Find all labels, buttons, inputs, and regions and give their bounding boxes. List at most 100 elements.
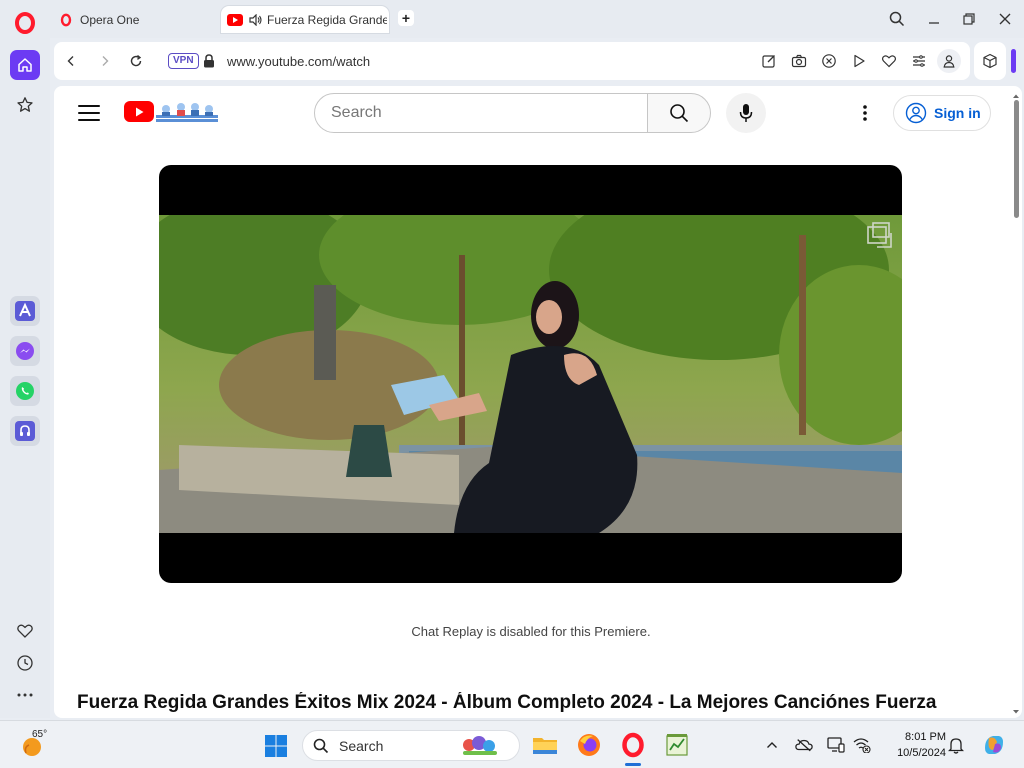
- active-app-indicator: [625, 763, 641, 766]
- file-explorer-button[interactable]: [530, 730, 560, 760]
- video-player[interactable]: [159, 165, 902, 583]
- adblock-button[interactable]: [820, 52, 838, 70]
- account-icon: [905, 102, 927, 124]
- snapshot-edit-button[interactable]: [760, 52, 778, 70]
- windows-start-icon[interactable]: [264, 734, 288, 758]
- copilot-button[interactable]: [981, 732, 1007, 758]
- youtube-doodle-logo[interactable]: [156, 98, 218, 124]
- player-button[interactable]: [850, 52, 868, 70]
- chevron-up-icon: [767, 742, 777, 748]
- play-icon: [136, 107, 144, 116]
- url-text[interactable]: www.youtube.com/watch: [227, 54, 370, 69]
- search-input[interactable]: [314, 93, 648, 133]
- microphone-icon: [739, 104, 753, 122]
- firefox-button[interactable]: [574, 730, 604, 760]
- sidebar-home-button[interactable]: [10, 50, 40, 80]
- sidebar-music-button[interactable]: [10, 416, 40, 446]
- sidebar-accent-bar: [1011, 49, 1016, 73]
- notifications-button[interactable]: [947, 736, 965, 754]
- search-icon: [313, 738, 329, 753]
- tab-label: Fuerza Regida Grandes: [267, 12, 387, 27]
- sidebar-bookmarks-button[interactable]: [10, 90, 40, 120]
- search-highlight-art-icon: [463, 736, 497, 755]
- user-icon: [943, 55, 955, 68]
- back-button[interactable]: [62, 52, 80, 70]
- chevron-right-icon: [102, 56, 109, 66]
- menu-line: [78, 119, 100, 121]
- search-button[interactable]: [647, 93, 711, 133]
- page-scrollbar[interactable]: [1010, 92, 1022, 718]
- profile-button[interactable]: [937, 49, 961, 73]
- easy-setup-button[interactable]: [910, 52, 928, 70]
- video-frame: [159, 215, 902, 533]
- taskbar-clock[interactable]: 8:01 PM 10/5/2024: [880, 729, 946, 761]
- cloud-off-icon: [795, 739, 813, 752]
- reload-icon: [130, 54, 142, 67]
- firefox-icon: [578, 734, 600, 756]
- video-overlay-icon[interactable]: [865, 221, 893, 254]
- clock-icon: [17, 655, 33, 671]
- network-tray-button[interactable]: [853, 736, 871, 754]
- speaker-icon[interactable]: [249, 12, 263, 28]
- cube-icon: [983, 53, 997, 69]
- aria-icon: [15, 301, 35, 321]
- sidebar-more-button[interactable]: [10, 680, 40, 710]
- sliders-icon: [913, 55, 925, 67]
- chart-app-icon: [666, 734, 688, 756]
- video-title: Fuerza Regida Grandes Éxitos Mix 2024 - …: [77, 692, 937, 713]
- opera-menu-icon[interactable]: [14, 12, 36, 34]
- vpn-badge[interactable]: VPN: [168, 53, 199, 69]
- new-tab-button[interactable]: +: [398, 10, 414, 26]
- windows-taskbar: 65° Search 8:01 PM 10/5/2024: [0, 720, 1024, 768]
- close-icon[interactable]: [993, 8, 1017, 30]
- camera-button[interactable]: [790, 52, 808, 70]
- heart-icon: [17, 624, 33, 638]
- youtube-header: Sign in: [54, 86, 1012, 142]
- shield-x-icon: [822, 54, 836, 68]
- opera-icon: [622, 732, 644, 758]
- heart-icon: [881, 55, 897, 68]
- task-manager-button[interactable]: [662, 730, 692, 760]
- clock-time: 8:01 PM: [905, 731, 946, 743]
- search-icon: [670, 104, 689, 123]
- scroll-down-icon: [1013, 710, 1019, 714]
- star-icon: [17, 97, 33, 112]
- youtube-logo[interactable]: [124, 101, 154, 122]
- messenger-icon: [16, 342, 34, 360]
- menu-line: [78, 112, 100, 114]
- sign-in-button[interactable]: Sign in: [893, 95, 991, 131]
- bookmark-heart-button[interactable]: [880, 52, 898, 70]
- more-horizontal-icon: [17, 693, 33, 697]
- forward-button[interactable]: [96, 52, 114, 70]
- scroll-thumb[interactable]: [1014, 100, 1019, 218]
- show-hidden-icons-button[interactable]: [763, 736, 781, 754]
- sidebar-whatsapp-button[interactable]: [10, 376, 40, 406]
- onedrive-tray-button[interactable]: [795, 736, 813, 754]
- lock-icon[interactable]: [203, 54, 215, 73]
- taskbar-search-box[interactable]: Search: [302, 730, 520, 761]
- sign-in-label: Sign in: [934, 105, 981, 121]
- sidebar-history-button[interactable]: [10, 648, 40, 678]
- chat-replay-notice: Chat Replay is disabled for this Premier…: [411, 624, 651, 639]
- whatsapp-icon: [16, 382, 34, 400]
- tab-opera-one[interactable]: Opera One: [52, 6, 214, 33]
- extensions-button[interactable]: [974, 42, 1006, 80]
- opera-taskbar-button[interactable]: [618, 730, 648, 760]
- music-player-icon: [15, 421, 35, 441]
- guide-menu-button[interactable]: [78, 103, 100, 123]
- sidebar-favorites-button[interactable]: [10, 616, 40, 646]
- sidebar-messenger-button[interactable]: [10, 336, 40, 366]
- tab-youtube-video[interactable]: Fuerza Regida Grandes: [221, 6, 389, 33]
- camera-icon: [791, 54, 807, 68]
- display-tray-button[interactable]: [827, 736, 845, 754]
- settings-menu-button[interactable]: [854, 102, 876, 124]
- menu-line: [78, 105, 100, 107]
- tab-label: Opera One: [80, 12, 140, 27]
- tab-search-icon[interactable]: [885, 8, 909, 30]
- sidebar-aria-button[interactable]: [10, 296, 40, 326]
- minimize-icon[interactable]: [922, 8, 946, 30]
- taskbar-search-label: Search: [339, 737, 384, 754]
- reload-button[interactable]: [127, 52, 145, 70]
- restore-icon[interactable]: [957, 8, 981, 30]
- voice-search-button[interactable]: [726, 93, 766, 133]
